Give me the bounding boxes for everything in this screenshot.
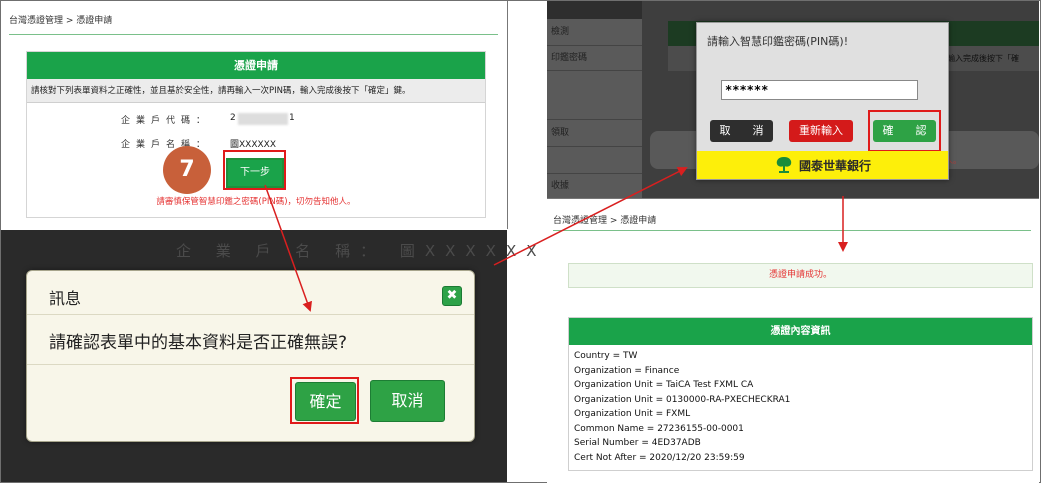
arrow-to-pin — [493, 167, 688, 266]
flow-arrows — [264, 167, 848, 312]
arrow-to-dialog — [264, 184, 312, 312]
